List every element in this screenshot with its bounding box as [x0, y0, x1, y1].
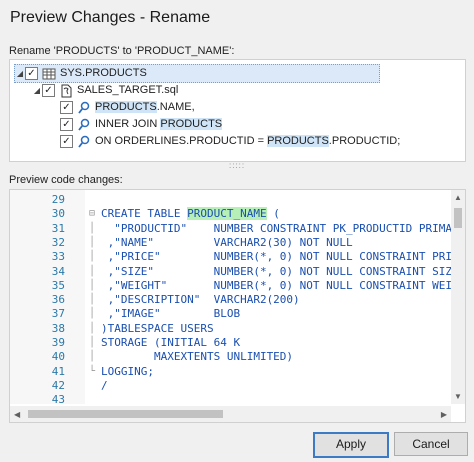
tree-item-reference[interactable]: ✓ ON ORDERLINES.PRODUCTID = PRODUCTS.PRO… [60, 133, 400, 150]
fold-guide: │ [88, 251, 96, 263]
reference-checkbox[interactable]: ✓ [60, 135, 73, 148]
line-number: 41 [51, 364, 65, 378]
code-line: / [101, 378, 108, 392]
fold-guide: │ [88, 265, 96, 277]
line-number: 31 [51, 221, 65, 235]
code-line: CREATE TABLE PRODUCT_NAME ( [101, 207, 280, 221]
line-number: 39 [51, 336, 65, 349]
code-line: ,"DESCRIPTION" VARCHAR2(200) [101, 293, 300, 307]
code-line: ,"IMAGE" BLOB [101, 307, 241, 321]
fold-guide: └ [88, 365, 96, 377]
cancel-button[interactable]: Cancel [394, 432, 468, 456]
reference-text: ON ORDERLINES.PRODUCTID = PRODUCTS.PRODU… [95, 135, 401, 147]
vertical-scroll-thumb[interactable] [454, 208, 462, 228]
rename-label: Rename 'PRODUCTS' to 'PRODUCT_NAME': [9, 45, 235, 57]
scroll-down-arrow-icon[interactable]: ▼ [454, 392, 462, 401]
file-checkbox[interactable]: ✓ [42, 84, 55, 97]
line-number: 30 [51, 207, 65, 221]
match-highlight: PRODUCTS [160, 118, 223, 130]
find-reference-icon [78, 118, 90, 131]
code-line: STORAGE (INITIAL 64 K [101, 336, 241, 349]
line-number: 29 [51, 193, 65, 206]
find-reference-icon [78, 135, 90, 148]
tree-item-reference[interactable]: ✓ PRODUCTS.NAME, [60, 99, 195, 116]
collapse-arrow-icon[interactable]: ◢ [32, 82, 42, 99]
tree-item-file[interactable]: ◢ ✓ SALES_TARGET.sql [32, 82, 178, 99]
preview-label: Preview code changes: [9, 174, 123, 186]
code-line: "PRODUCTID" NUMBER CONSTRAINT PK_PRODUCT… [101, 221, 452, 235]
root-checkbox[interactable]: ✓ [25, 67, 38, 80]
sql-file-icon [61, 84, 72, 97]
scroll-left-arrow-icon[interactable]: ◀ [14, 410, 20, 419]
code-line: ,"NAME" VARCHAR2(30) NOT NULL [101, 235, 353, 249]
fold-guide: │ [88, 322, 96, 334]
changes-tree[interactable]: ◢ ✓ SYS.PRODUCTS ◢ ✓ SALES_TARGET.sql ✓ … [9, 59, 466, 162]
reference-checkbox[interactable]: ✓ [60, 101, 73, 114]
line-number: 42 [51, 378, 65, 392]
code-line: ,"SIZE" NUMBER(*, 0) NOT NULL CONSTRAINT… [101, 264, 452, 278]
dialog-title: Preview Changes - Rename [10, 9, 211, 26]
code-line: MAXEXTENTS UNLIMITED) [101, 350, 294, 364]
reference-checkbox[interactable]: ✓ [60, 118, 73, 131]
line-number: 33 [51, 250, 65, 264]
collapse-arrow-icon[interactable]: ◢ [15, 65, 25, 82]
reference-text: INNER JOIN PRODUCTS [95, 118, 223, 130]
fold-guide: │ [88, 236, 96, 248]
fold-guide: │ [88, 294, 96, 306]
line-number: 40 [51, 350, 65, 364]
line-number: 34 [51, 264, 65, 278]
line-number: 36 [51, 293, 65, 307]
apply-button[interactable]: Apply [313, 432, 389, 458]
renamed-identifier-highlight: PRODUCT_NAME [187, 207, 267, 221]
fold-guide: │ [88, 351, 96, 363]
fold-collapse-icon[interactable]: ⊟ [87, 207, 97, 221]
code-line: ,"WEIGHT" NUMBER(*, 0) NOT NULL CONSTRAI… [101, 278, 452, 292]
scroll-right-arrow-icon[interactable]: ▶ [441, 410, 447, 419]
scroll-up-arrow-icon[interactable]: ▲ [454, 193, 462, 202]
panel-splitter-grip[interactable]: ::::: [229, 162, 245, 170]
fold-guide: │ [88, 222, 96, 234]
tree-item-reference[interactable]: ✓ INNER JOIN PRODUCTS [60, 116, 223, 133]
line-number: 37 [51, 307, 65, 321]
horizontal-scroll-thumb[interactable] [28, 410, 223, 418]
tree-file-label: SALES_TARGET.sql [77, 84, 179, 96]
line-number: 35 [51, 278, 65, 292]
line-number: 32 [51, 235, 65, 249]
table-icon [42, 68, 56, 79]
tree-root-label: SYS.PRODUCTS [60, 67, 147, 79]
match-highlight: PRODUCTS [267, 135, 329, 147]
line-number: 38 [51, 321, 65, 335]
code-preview-editor[interactable]: 29 30 ⊟ CREATE TABLE PRODUCT_NAME ( 31 │ "PRO… [9, 189, 466, 423]
tree-item-root[interactable]: ◢ ✓ SYS.PRODUCTS [14, 64, 380, 83]
reference-text: PRODUCTS.NAME, [95, 101, 195, 113]
fold-guide: │ [88, 308, 96, 320]
find-reference-icon [78, 101, 90, 114]
code-line: )TABLESPACE USERS [101, 321, 214, 335]
vertical-scrollbar[interactable]: ▲ ▼ [451, 190, 465, 404]
fold-guide: │ [88, 279, 96, 291]
fold-guide: │ [88, 337, 96, 348]
match-highlight: PRODUCTS [95, 101, 157, 113]
code-line: ,"PRICE" NUMBER(*, 0) NOT NULL CONSTRAIN… [101, 250, 452, 264]
horizontal-scrollbar[interactable]: ◀ ▶ [10, 406, 451, 422]
code-line: LOGGING; [101, 364, 154, 378]
